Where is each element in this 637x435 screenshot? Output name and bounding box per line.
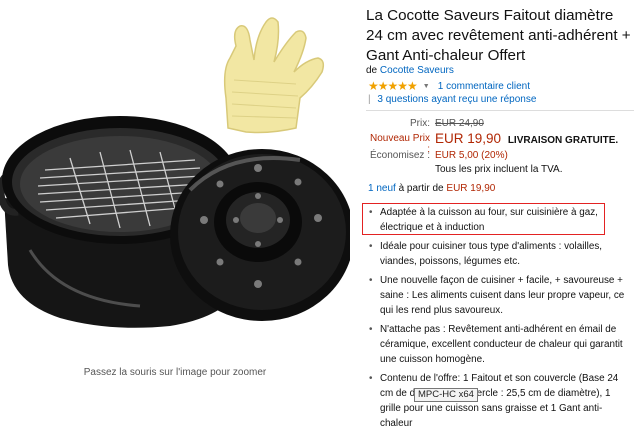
from-text: à partir de — [398, 183, 444, 194]
highlight-box — [362, 203, 605, 235]
product-image-panel: Passez la souris sur l'image pour zoomer — [0, 0, 354, 400]
separator: | — [368, 94, 371, 105]
new-price: EUR 19,90 — [435, 131, 502, 146]
from-price: EUR 19,90 — [446, 183, 496, 194]
oven-glove — [223, 17, 325, 134]
feature-item: N'attache pas : Revêtement anti-adhérent… — [366, 322, 634, 368]
chevron-down-icon[interactable]: ▼ — [423, 83, 430, 90]
brand-line: de Cocotte Saveurs — [366, 65, 454, 76]
brand-link[interactable]: Cocotte Saveurs — [380, 65, 454, 76]
star-rating[interactable]: ★★★★★ — [368, 79, 418, 93]
savings-value: EUR 5,00 (20%) — [435, 150, 508, 161]
economisez-label: Économisez : — [369, 150, 430, 161]
reviews-link[interactable]: 1 commentaire client — [438, 81, 530, 92]
cocotte-lid — [170, 149, 354, 321]
offers-line: 1 neuf à partir de EUR 19,90 — [368, 183, 495, 194]
divider — [366, 110, 634, 111]
zoom-hint: Passez la souris sur l'image pour zoomer — [83, 367, 267, 378]
rating-row: ★★★★★ ▼ 1 commentaire client — [368, 79, 530, 93]
new-price-row: EUR 19,90 LIVRAISON GRATUITE. — [435, 131, 618, 146]
qa-link[interactable]: 3 questions ayant reçu une réponse — [377, 94, 536, 105]
feature-item: Contenu de l'offre: 1 Faitout et son cou… — [366, 371, 634, 432]
product-title: La Cocotte Saveurs Faitout diamètre 24 c… — [366, 7, 631, 64]
free-delivery: LIVRAISON GRATUITE. — [507, 135, 619, 146]
brand-prefix: de — [366, 65, 378, 76]
old-price: EUR 24,90 — [435, 118, 484, 129]
tva-note: Tous les prix incluent la TVA. — [435, 164, 563, 175]
feature-list: Adaptée à la cuisson au four, sur cuisin… — [366, 205, 634, 435]
qa-row: | 3 questions ayant reçu une réponse — [368, 94, 536, 105]
product-image[interactable] — [0, 0, 354, 360]
feature-item: Une nouvelle façon de cuisiner + facile,… — [366, 273, 634, 319]
new-offers-link[interactable]: 1 neuf — [368, 183, 396, 194]
feature-item: Idéale pour cuisiner tous type d'aliment… — [366, 239, 634, 269]
prix-label: Prix: — [410, 118, 430, 129]
